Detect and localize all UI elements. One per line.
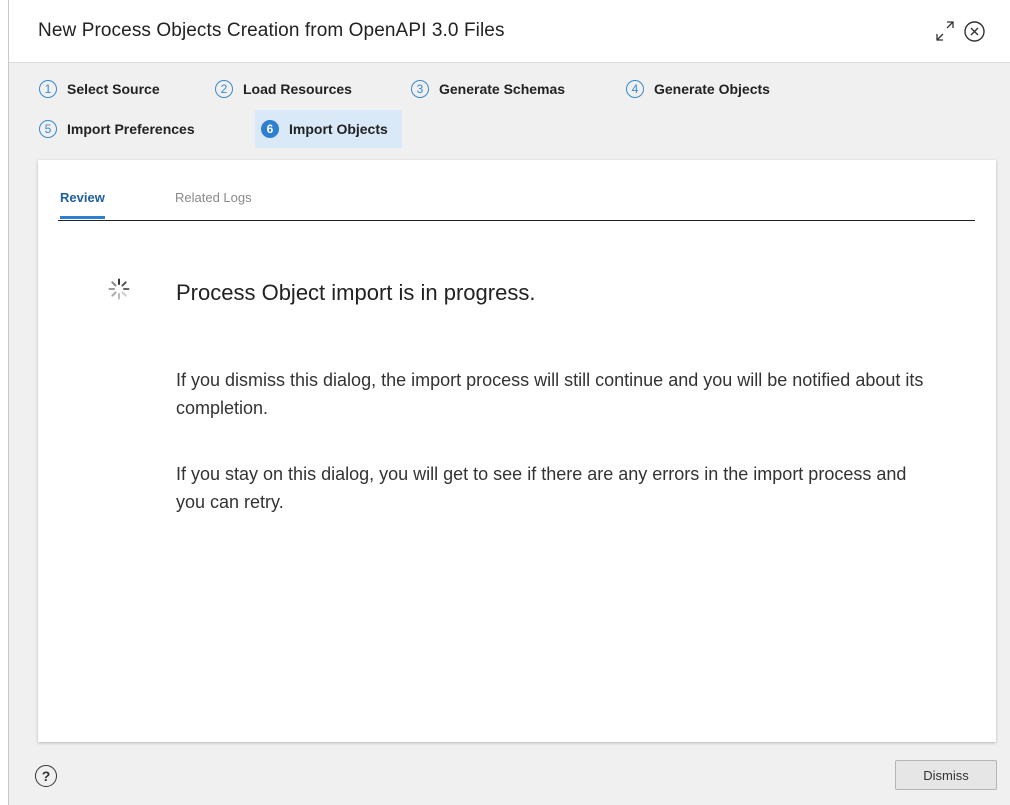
step-label: Select Source [67,81,160,97]
step-generate-schemas[interactable]: 3 Generate Schemas [405,70,571,108]
step-label: Import Objects [289,121,388,137]
stay-info-text: If you stay on this dialog, you will get… [176,464,907,512]
step-select-source[interactable]: 1 Select Source [33,70,166,108]
step-import-preferences[interactable]: 5 Import Preferences [33,110,201,148]
dialog-footer: ? Dismiss [9,742,1010,805]
wizard-steps: 1 Select Source 2 Load Resources 3 Gener… [9,62,1010,160]
import-dialog: New Process Objects Creation from OpenAP… [9,0,1010,805]
tab-related-logs[interactable]: Related Logs [175,190,252,216]
step-load-resources[interactable]: 2 Load Resources [209,70,358,108]
tab-bar: Review Related Logs [58,160,975,221]
step-label: Load Resources [243,81,352,97]
import-status-headline: Process Object import is in progress. [176,280,536,305]
step-number: 1 [39,80,57,98]
loading-spinner-icon [108,278,130,300]
step-label: Import Preferences [67,121,195,137]
content-panel: Review Related Logs Process Object impor… [38,160,996,742]
step-label: Generate Schemas [439,81,566,97]
step-number: 6 [261,120,279,138]
dismiss-button[interactable]: Dismiss [895,760,997,790]
step-number: 2 [215,80,233,98]
dialog-title: New Process Objects Creation from OpenAP… [38,20,505,41]
step-import-objects[interactable]: 6 Import Objects [255,110,402,148]
help-icon[interactable]: ? [35,765,57,787]
step-number: 5 [39,120,57,138]
close-icon[interactable] [964,21,985,42]
tab-review[interactable]: Review [60,190,105,219]
step-number: 3 [411,80,429,98]
step-label: Generate Objects [654,81,770,97]
step-number: 4 [626,80,644,98]
step-generate-objects[interactable]: 4 Generate Objects [620,70,776,108]
expand-icon[interactable] [935,20,955,42]
dismiss-info-text: If you dismiss this dialog, the import p… [176,370,924,418]
dialog-titlebar: New Process Objects Creation from OpenAP… [9,0,1010,63]
